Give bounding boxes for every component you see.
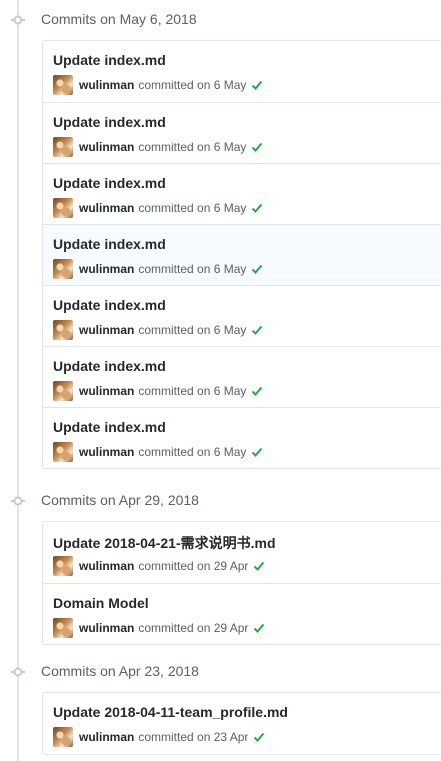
avatar[interactable] — [53, 381, 73, 401]
commit-group-title: Commits on Apr 29, 2018 — [41, 492, 199, 508]
commit-group-header: Commits on Apr 29, 2018 — [0, 486, 441, 516]
commit-date: committed on 6 May — [138, 78, 247, 92]
commit-message-link[interactable]: Update index.md — [53, 297, 166, 313]
timeline-line — [17, 0, 19, 761]
commit-date: committed on 6 May — [138, 140, 247, 154]
commit-date: committed on 29 Apr — [138, 621, 249, 635]
commit-meta: wulinman committed on 6 May — [53, 137, 263, 157]
commit-date: committed on 6 May — [138, 445, 247, 459]
check-icon[interactable] — [251, 263, 263, 275]
avatar[interactable] — [53, 320, 73, 340]
commit-row[interactable]: Update index.md wulinman committed on 6 … — [43, 102, 441, 163]
check-icon[interactable] — [251, 385, 263, 397]
commit-row[interactable]: Update 2018-04-21-需求说明书.md wulinman comm… — [43, 522, 441, 583]
commit-author-link[interactable]: wulinman — [79, 559, 134, 573]
avatar[interactable] — [53, 618, 73, 638]
commit-meta: wulinman committed on 6 May — [53, 381, 263, 401]
commit-meta: wulinman committed on 6 May — [53, 320, 263, 340]
commit-author-link[interactable]: wulinman — [79, 262, 134, 276]
commit-message-link[interactable]: Update index.md — [53, 358, 166, 374]
commit-author-link[interactable]: wulinman — [79, 323, 134, 337]
commit-row[interactable]: Update index.md wulinman committed on 6 … — [43, 224, 441, 285]
commit-row[interactable]: Update index.md wulinman committed on 6 … — [43, 285, 441, 346]
commit-message-link[interactable]: Update index.md — [53, 52, 166, 68]
commit-row[interactable]: Update 2018-04-11-team_profile.md wulinm… — [43, 693, 441, 754]
commit-message-link[interactable]: Update index.md — [53, 236, 166, 252]
commit-message-link[interactable]: Domain Model — [53, 595, 149, 611]
check-icon[interactable] — [253, 622, 265, 634]
commit-date: committed on 6 May — [138, 262, 247, 276]
commit-author-link[interactable]: wulinman — [79, 78, 134, 92]
check-icon[interactable] — [251, 202, 263, 214]
git-commit-icon — [11, 15, 25, 25]
commit-message-link[interactable]: Update 2018-04-11-team_profile.md — [53, 704, 288, 720]
commit-group-title: Commits on Apr 23, 2018 — [41, 663, 199, 679]
check-icon[interactable] — [251, 79, 263, 91]
commit-row[interactable]: Update index.md wulinman committed on 6 … — [43, 346, 441, 407]
commit-meta: wulinman committed on 29 Apr — [53, 556, 265, 576]
commit-row[interactable]: Update index.md wulinman committed on 6 … — [43, 163, 441, 224]
commit-message-link[interactable]: Update index.md — [53, 114, 166, 130]
check-icon[interactable] — [251, 141, 263, 153]
commit-author-link[interactable]: wulinman — [79, 201, 134, 215]
commit-list: Update 2018-04-11-team_profile.md wulinm… — [42, 692, 441, 755]
commit-author-link[interactable]: wulinman — [79, 621, 134, 635]
check-icon[interactable] — [251, 324, 263, 336]
check-icon[interactable] — [253, 731, 265, 743]
commit-meta: wulinman committed on 6 May — [53, 75, 263, 95]
avatar[interactable] — [53, 259, 73, 279]
commit-row[interactable]: Update index.md wulinman committed on 6 … — [43, 41, 441, 102]
commit-group-header: Commits on May 6, 2018 — [0, 5, 441, 35]
commit-author-link[interactable]: wulinman — [79, 140, 134, 154]
commit-message-link[interactable]: Update 2018-04-21-需求说明书.md — [53, 533, 276, 553]
commit-group-title: Commits on May 6, 2018 — [41, 11, 197, 27]
commit-author-link[interactable]: wulinman — [79, 384, 134, 398]
check-icon[interactable] — [253, 560, 265, 572]
commit-meta: wulinman committed on 6 May — [53, 198, 263, 218]
commit-row[interactable]: Update index.md wulinman committed on 6 … — [43, 407, 441, 468]
git-commit-icon — [11, 496, 25, 506]
commit-row[interactable]: Domain Model wulinman committed on 29 Ap… — [43, 583, 441, 644]
commit-date: committed on 6 May — [138, 201, 247, 215]
commit-list: Update index.md wulinman committed on 6 … — [42, 40, 441, 469]
commit-meta: wulinman committed on 6 May — [53, 259, 263, 279]
git-commit-icon — [11, 667, 25, 677]
commit-group-header: Commits on Apr 23, 2018 — [0, 657, 441, 687]
avatar[interactable] — [53, 75, 73, 95]
commit-date: committed on 29 Apr — [138, 559, 249, 573]
avatar[interactable] — [53, 556, 73, 576]
commit-author-link[interactable]: wulinman — [79, 445, 134, 459]
commit-author-link[interactable]: wulinman — [79, 730, 134, 744]
commit-meta: wulinman committed on 6 May — [53, 442, 263, 462]
commit-meta: wulinman committed on 29 Apr — [53, 618, 265, 638]
avatar[interactable] — [53, 198, 73, 218]
commit-date: committed on 23 Apr — [138, 730, 249, 744]
commit-date: committed on 6 May — [138, 323, 247, 337]
avatar[interactable] — [53, 137, 73, 157]
avatar[interactable] — [53, 727, 73, 747]
commit-message-link[interactable]: Update index.md — [53, 419, 166, 435]
commit-meta: wulinman committed on 23 Apr — [53, 727, 265, 747]
commit-list: Update 2018-04-21-需求说明书.md wulinman comm… — [42, 521, 441, 645]
avatar[interactable] — [53, 442, 73, 462]
commit-message-link[interactable]: Update index.md — [53, 175, 166, 191]
commit-date: committed on 6 May — [138, 384, 247, 398]
check-icon[interactable] — [251, 446, 263, 458]
